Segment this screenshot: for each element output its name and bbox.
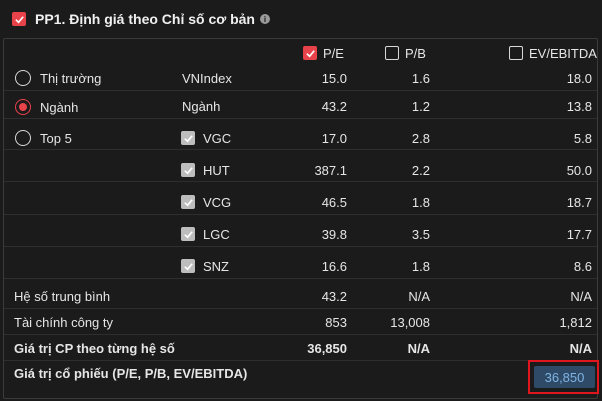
top5-radio[interactable]	[15, 130, 31, 146]
market-ev: 18.0	[566, 71, 592, 86]
row-peer-lgc: LGC 39.8 3.5 17.7	[4, 221, 597, 247]
peer-pb: 1.8	[411, 195, 430, 210]
peer-checkbox[interactable]	[181, 131, 195, 145]
peer-ev: 17.7	[566, 227, 592, 242]
industry-code: Ngành	[182, 99, 221, 114]
row-value-per-ratio: Giá trị CP theo từng hệ số 36,850 N/A N/…	[4, 335, 597, 361]
row-peer-hut: HUT 387.1 2.2 50.0	[4, 156, 597, 182]
peer-ev: 50.0	[566, 163, 592, 178]
industry-ev: 13.8	[566, 99, 592, 114]
row-market: Thị trường VNIndex 15.0 1.6 18.0	[4, 65, 597, 91]
market-radio[interactable]	[15, 70, 31, 86]
industry-pb: 1.2	[411, 99, 430, 114]
pe-checkbox[interactable]	[303, 46, 317, 60]
check-icon	[183, 166, 193, 174]
peer-checkbox[interactable]	[181, 195, 195, 209]
column-pb[interactable]: P/B	[385, 44, 426, 62]
column-pe[interactable]: P/E	[303, 44, 344, 62]
peer-checkbox[interactable]	[181, 163, 195, 177]
row-peer-snz: SNZ 16.6 1.8 8.6	[4, 253, 597, 279]
stock-value: 36,850	[534, 366, 595, 388]
column-ev-ebitda[interactable]: EV/EBITDA	[509, 44, 597, 62]
peer-code: VGC	[203, 131, 232, 146]
peer-pe: 16.6	[321, 259, 347, 274]
peer-pb: 2.2	[411, 163, 430, 178]
check-icon	[183, 198, 193, 206]
peer-pb: 3.5	[411, 227, 430, 242]
check-icon	[183, 262, 193, 270]
section-header: PP1. Định giá theo Chỉ số cơ bản i	[12, 10, 270, 28]
check-icon	[305, 49, 315, 57]
row-average-ratio: Hệ số trung bình 43.2 N/A N/A	[4, 283, 597, 309]
average-ratio-ev: N/A	[570, 289, 592, 304]
stock-value-label: Giá trị cổ phiếu (P/E, P/B, EV/EBITDA)	[14, 366, 248, 381]
value-per-ratio-pe: 36,850	[307, 341, 347, 356]
peer-pb: 1.8	[411, 259, 430, 274]
peer-code: HUT	[203, 163, 230, 178]
company-financials-pe: 853	[325, 315, 347, 330]
industry-pe: 43.2	[321, 99, 347, 114]
check-icon	[14, 15, 24, 23]
peer-code: LGC	[203, 227, 230, 242]
market-code: VNIndex	[182, 71, 232, 86]
peer-checkbox[interactable]	[181, 259, 195, 273]
row-peer-vcg: VCG 46.5 1.8 18.7	[4, 189, 597, 215]
info-icon[interactable]: i	[259, 14, 270, 24]
row-peer-vgc: Top 5 VGC 17.0 2.8 5.8	[4, 124, 597, 150]
value-per-ratio-label: Giá trị CP theo từng hệ số	[14, 341, 175, 356]
peer-pe: 387.1	[314, 163, 347, 178]
company-financials-ev: 1,812	[559, 315, 592, 330]
check-icon	[183, 230, 193, 238]
column-pb-label: P/B	[405, 45, 426, 61]
top5-label: Top 5	[40, 131, 72, 146]
industry-label: Ngành	[40, 100, 79, 115]
row-company-financials: Tài chính công ty 853 13,008 1,812	[4, 309, 597, 335]
peer-pe: 17.0	[321, 131, 347, 146]
market-label: Thị trường	[40, 71, 102, 86]
peer-ev: 8.6	[573, 259, 592, 274]
company-financials-pb: 13,008	[390, 315, 430, 330]
check-icon	[183, 134, 193, 142]
market-pe: 15.0	[321, 71, 347, 86]
value-per-ratio-ev: N/A	[569, 341, 592, 356]
pb-checkbox[interactable]	[385, 46, 399, 60]
peer-checkbox[interactable]	[181, 227, 195, 241]
average-ratio-pe: 43.2	[321, 289, 347, 304]
peer-pe: 46.5	[321, 195, 347, 210]
peer-ev: 5.8	[573, 131, 592, 146]
row-industry: Ngành Ngành 43.2 1.2 13.8	[4, 93, 597, 119]
ev-ebitda-checkbox[interactable]	[509, 46, 523, 60]
column-pe-label: P/E	[323, 45, 344, 61]
peer-code: SNZ	[203, 259, 229, 274]
section-title: PP1. Định giá theo Chỉ số cơ bản	[35, 11, 255, 27]
average-ratio-label: Hệ số trung bình	[14, 289, 111, 304]
column-ev-ebitda-label: EV/EBITDA	[529, 45, 597, 61]
company-financials-label: Tài chính công ty	[14, 315, 113, 330]
peer-code: VCG	[203, 195, 232, 210]
market-pb: 1.6	[411, 71, 430, 86]
peer-pe: 39.8	[321, 227, 347, 242]
section-checkbox[interactable]	[12, 12, 26, 26]
industry-radio[interactable]	[15, 99, 31, 115]
average-ratio-pb: N/A	[408, 289, 430, 304]
peer-pb: 2.8	[411, 131, 430, 146]
value-per-ratio-pb: N/A	[407, 341, 430, 356]
peer-ev: 18.7	[566, 195, 592, 210]
